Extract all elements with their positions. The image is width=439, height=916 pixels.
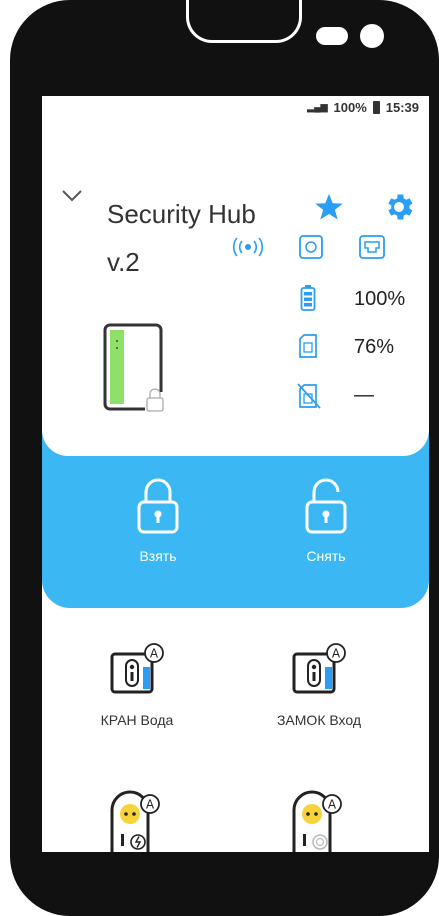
socket-icon: A xyxy=(110,790,160,852)
phone-frame: ▂▄▆ 100% 15:39 Security Hub v.2 100% 76%… xyxy=(10,0,439,916)
battery-level: 100% xyxy=(354,288,406,310)
star-icon[interactable] xyxy=(314,192,344,222)
status-bar: ▂▄▆ 100% 15:39 xyxy=(307,100,419,115)
disarm-button[interactable]: Снять xyxy=(266,478,386,564)
phone-camera xyxy=(360,24,384,48)
socket-icon: A xyxy=(292,790,342,852)
device-tile[interactable]: A КРАН Вода xyxy=(52,642,222,728)
sim1-icon xyxy=(299,334,317,358)
ethernet-icon xyxy=(359,235,385,259)
phone-notch xyxy=(186,0,302,43)
device-label: ЗАМОК Вход xyxy=(276,712,362,728)
sim1-level: 76% xyxy=(354,336,395,358)
lock-closed-icon xyxy=(137,478,179,534)
disarm-label: Снять xyxy=(306,548,346,564)
device-label: КРАН Вода xyxy=(100,712,174,728)
arm-label: Взять xyxy=(139,548,177,564)
device-tile[interactable]: A ЗАМОК Вход xyxy=(234,642,404,728)
hub-device-image xyxy=(103,323,165,412)
sim-slot-icon xyxy=(299,235,323,259)
wireless-icon xyxy=(232,237,264,257)
svg-text:A: A xyxy=(146,798,155,812)
chevron-down-icon[interactable] xyxy=(62,190,82,202)
sim2-off-icon xyxy=(297,383,321,409)
battery-status-icon xyxy=(372,101,380,114)
app-screen: ▂▄▆ 100% 15:39 Security Hub v.2 100% 76%… xyxy=(42,96,429,852)
phone-speaker xyxy=(316,27,348,45)
hub-card: Security Hub v.2 100% 76% — xyxy=(42,126,429,456)
device-tile[interactable]: A xyxy=(52,790,222,852)
arm-button[interactable]: Взять xyxy=(98,478,218,564)
relay-icon: A xyxy=(292,643,346,694)
svg-text:A: A xyxy=(332,647,341,661)
clock: 15:39 xyxy=(385,100,419,115)
signal-icon: ▂▄▆ xyxy=(307,102,328,112)
svg-text:A: A xyxy=(328,798,337,812)
svg-text:A: A xyxy=(150,647,159,661)
gear-icon[interactable] xyxy=(382,190,416,224)
battery-status-text: 100% xyxy=(333,100,367,115)
sim2-level: — xyxy=(354,384,374,406)
relay-icon: A xyxy=(110,643,164,694)
battery-icon xyxy=(300,285,316,311)
device-tile[interactable]: A xyxy=(234,790,404,852)
lock-open-icon xyxy=(305,478,347,534)
